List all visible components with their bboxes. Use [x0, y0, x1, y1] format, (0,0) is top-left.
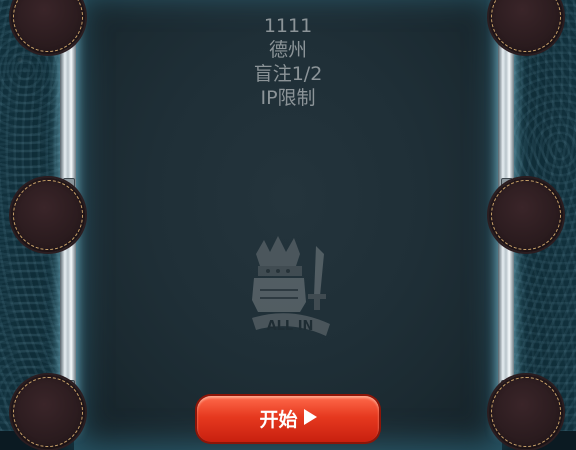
seat-bottom-right[interactable] [489, 375, 563, 449]
room-id: 1111 [263, 15, 313, 37]
blinds: 盲注1/2 [253, 63, 323, 85]
logo-text: ALL IN [267, 319, 314, 334]
seat-mid-left[interactable] [11, 178, 85, 252]
table-info: 1111 德州 盲注1/2 IP限制 [188, 14, 388, 110]
start-button-label: 开始 [259, 409, 298, 431]
seat-mid-right[interactable] [489, 178, 563, 252]
game-type: 德州 [268, 39, 307, 61]
play-icon [303, 409, 317, 425]
seat-bottom-left[interactable] [11, 375, 85, 449]
allin-crown-logo-icon: ALL IN [252, 236, 330, 336]
restriction: IP限制 [260, 87, 316, 109]
start-button[interactable]: 开始 [197, 396, 379, 442]
